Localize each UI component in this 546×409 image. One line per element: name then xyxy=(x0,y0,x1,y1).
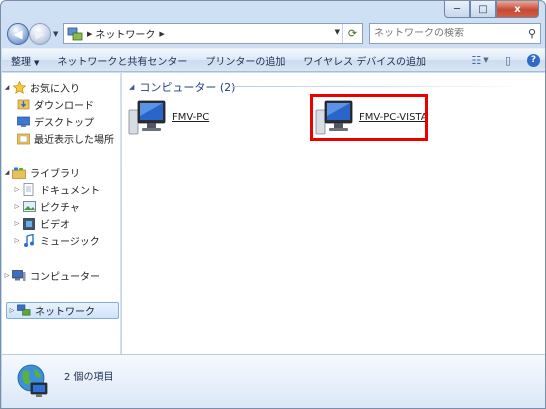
collapsed-icon[interactable]: ▷ xyxy=(7,307,17,314)
back-button[interactable]: ◀ xyxy=(7,23,29,45)
network-center-button[interactable]: ネットワークと共有センター xyxy=(48,53,196,68)
computer-item-label: FMV-PC xyxy=(172,111,210,123)
search-box: ⚲ xyxy=(369,23,541,44)
nav-recent[interactable]: 最近表示した場所 xyxy=(2,130,121,147)
nav-libraries[interactable]: ◢ ライブラリ xyxy=(2,164,121,181)
file-list: ◢ コンピューター (2) FMV-PC FMV-PC-VISTA xyxy=(122,73,545,354)
computer-item-fmv-pc[interactable]: FMV-PC xyxy=(128,98,209,136)
breadcrumb-arrow-icon[interactable]: ▶ xyxy=(159,30,164,38)
arrow-left-icon: ◀ xyxy=(13,27,23,41)
collapsed-icon[interactable]: ▷ xyxy=(12,203,22,210)
command-bar: 整理 ▼ ネットワークと共有センター プリンターの追加 ワイヤレス デバイスの追加… xyxy=(2,48,545,72)
details-pane: 2 個の項目 xyxy=(2,354,545,408)
nav-documents[interactable]: ▷ ドキュメント xyxy=(2,181,121,198)
add-printer-button[interactable]: プリンターの追加 xyxy=(196,53,294,68)
collapsed-icon[interactable]: ▷ xyxy=(2,272,12,279)
pictures-icon xyxy=(22,200,36,213)
network-folder-icon xyxy=(67,27,83,40)
collapsed-icon[interactable]: ▷ xyxy=(12,186,22,193)
address-row: ◀ ▶ ▼ ▶ ネットワーク ▶ ▼ ⟳ ⚲ xyxy=(5,22,541,46)
network-globe-icon xyxy=(17,364,48,397)
add-wireless-button[interactable]: ワイヤレス デバイスの追加 xyxy=(294,53,435,68)
expanded-icon[interactable]: ◢ xyxy=(2,169,12,176)
view-options-icon[interactable]: ☷ ▼ xyxy=(471,52,489,68)
navigation-pane: ◢ お気に入り ダウンロード デスクトップ 最近表示した場所 ◢ ライブラリ ▷… xyxy=(2,73,121,354)
star-icon xyxy=(12,81,26,94)
expanded-icon[interactable]: ◢ xyxy=(2,84,12,91)
nav-pictures[interactable]: ▷ ピクチャ xyxy=(2,198,121,215)
highlight-box xyxy=(310,94,428,141)
close-button[interactable]: x xyxy=(496,1,539,18)
refresh-icon[interactable]: ⟳ xyxy=(342,24,362,43)
forward-button[interactable]: ▶ xyxy=(29,23,51,45)
caption-buttons: ─ □ x xyxy=(444,1,539,18)
preview-pane-icon[interactable]: ▯ xyxy=(499,52,517,68)
network-icon xyxy=(17,304,31,317)
address-bar[interactable]: ▶ ネットワーク ▶ ▼ ⟳ xyxy=(63,23,363,44)
breadcrumb-arrow-icon[interactable]: ▶ xyxy=(87,30,92,38)
help-icon[interactable]: ? xyxy=(527,53,540,67)
expanded-icon[interactable]: ◢ xyxy=(129,83,134,91)
download-folder-icon xyxy=(16,98,30,111)
recent-places-icon xyxy=(16,132,30,145)
organize-button[interactable]: 整理 ▼ xyxy=(2,53,48,68)
address-dropdown-icon[interactable]: ▼ xyxy=(335,28,340,36)
nav-downloads[interactable]: ダウンロード xyxy=(2,96,121,113)
nav-music[interactable]: ▷ ミュージック xyxy=(2,232,121,249)
documents-icon xyxy=(22,183,36,196)
search-icon[interactable]: ⚲ xyxy=(528,27,536,40)
collapsed-icon[interactable]: ▷ xyxy=(12,220,22,227)
arrow-right-icon: ▶ xyxy=(35,27,45,41)
library-icon xyxy=(12,166,26,179)
computer-icon xyxy=(12,269,26,282)
group-header[interactable]: ◢ コンピューター (2) xyxy=(129,79,235,95)
search-input[interactable] xyxy=(374,28,522,39)
nav-computer[interactable]: ▷ コンピューター xyxy=(2,267,121,284)
videos-icon xyxy=(22,217,36,230)
breadcrumb-network[interactable]: ネットワーク xyxy=(95,26,155,41)
network-computer-icon xyxy=(128,100,166,135)
nav-network[interactable]: ▷ ネットワーク xyxy=(6,302,119,319)
desktop-icon xyxy=(16,115,30,128)
minimize-button[interactable]: ─ xyxy=(444,1,470,18)
explorer-window: ─ □ x ◀ ▶ ▼ ▶ ネットワーク ▶ ▼ ⟳ ⚲ 整理▼ ネットワークと… xyxy=(0,0,546,409)
maximize-button[interactable]: □ xyxy=(470,1,496,18)
nav-favorites[interactable]: ◢ お気に入り xyxy=(2,79,121,96)
nav-videos[interactable]: ▷ ビデオ xyxy=(2,215,121,232)
chevron-down-icon: ▼ xyxy=(34,58,40,67)
collapsed-icon[interactable]: ▷ xyxy=(12,237,22,244)
music-icon xyxy=(22,234,36,247)
nav-desktop[interactable]: デスクトップ xyxy=(2,113,121,130)
group-divider xyxy=(232,86,538,87)
item-count: 2 個の項目 xyxy=(64,372,114,383)
history-dropdown-icon[interactable]: ▼ xyxy=(53,30,61,38)
toolbar-right: ☷ ▼ ▯ ? xyxy=(471,52,540,68)
